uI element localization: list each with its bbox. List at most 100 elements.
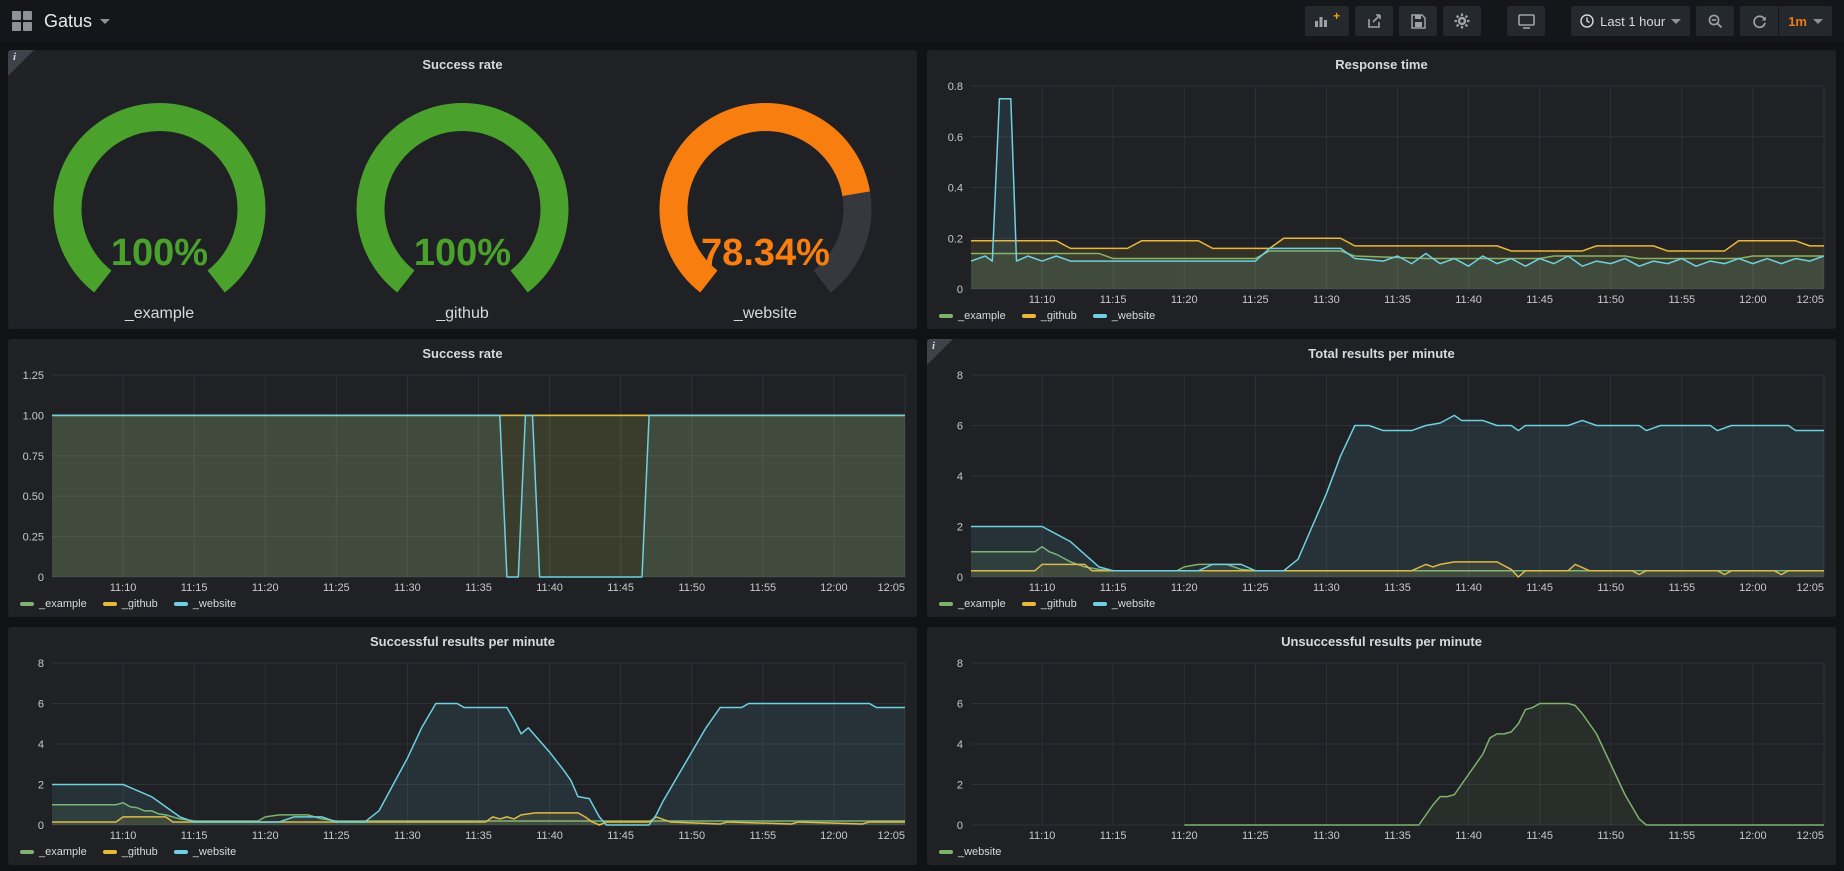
tv-mode-button[interactable] [1507, 6, 1545, 36]
panel-success-rate-timeseries: Success rate 00.250.500.751.001.2511:101… [8, 339, 917, 617]
svg-text:11:30: 11:30 [1313, 294, 1340, 306]
save-button[interactable] [1399, 6, 1437, 36]
success-rate-chart[interactable]: 00.250.500.751.001.2511:1011:1511:2011:2… [8, 365, 917, 595]
panel-title[interactable]: Response time [927, 50, 1836, 76]
gauge-label: _website [734, 305, 797, 323]
svg-text:11:10: 11:10 [1029, 582, 1056, 594]
svg-text:11:45: 11:45 [607, 582, 634, 594]
svg-text:0: 0 [957, 820, 963, 832]
response-time-chart[interactable]: 00.20.40.60.811:1011:1511:2011:2511:3011… [927, 76, 1836, 307]
panel-total-results: i Total results per minute 0246811:1011:… [927, 339, 1836, 617]
legend-item-_website[interactable]: _website [939, 846, 1001, 858]
gauge-_github: 100%_github [311, 89, 614, 323]
panel-title[interactable]: Total results per minute [927, 339, 1836, 365]
legend-marker [174, 850, 188, 854]
svg-text:12:05: 12:05 [1796, 294, 1824, 306]
legend-item-_github[interactable]: _github [103, 846, 158, 858]
svg-text:11:30: 11:30 [1313, 830, 1340, 842]
legend-marker [174, 602, 188, 606]
legend-marker [20, 850, 34, 854]
clock-icon [1580, 14, 1594, 28]
svg-text:4: 4 [38, 739, 44, 751]
settings-button[interactable] [1443, 6, 1481, 36]
total-results-chart[interactable]: 0246811:1011:1511:2011:2511:3011:3511:40… [927, 365, 1836, 595]
svg-text:0.25: 0.25 [23, 532, 44, 544]
legend-item-_website[interactable]: _website [1093, 598, 1155, 610]
svg-text:11:10: 11:10 [110, 582, 137, 594]
navbar: Gatus + [0, 0, 1844, 42]
svg-text:11:25: 11:25 [323, 582, 350, 594]
svg-text:12:00: 12:00 [1739, 294, 1767, 306]
zoom-out-icon [1708, 14, 1723, 29]
panel-info-corner[interactable]: i [8, 50, 34, 76]
zoom-out-button[interactable] [1696, 6, 1734, 36]
svg-text:12:00: 12:00 [820, 582, 848, 594]
svg-text:11:45: 11:45 [1526, 830, 1553, 842]
tv-mode-icon [1518, 14, 1535, 29]
legend-item-_example[interactable]: _example [939, 310, 1006, 322]
panel-title[interactable]: Unsuccessful results per minute [927, 627, 1836, 653]
legend-item-_website[interactable]: _website [174, 846, 236, 858]
svg-text:11:40: 11:40 [1455, 294, 1482, 306]
time-range-label: Last 1 hour [1600, 14, 1665, 29]
legend-item-_website[interactable]: _website [1093, 310, 1155, 322]
legend-item-_example[interactable]: _example [20, 846, 87, 858]
gauge-row: 100%_example100%_github78.34%_website [8, 76, 917, 329]
legend-label: _website [1112, 598, 1155, 610]
svg-text:11:35: 11:35 [1384, 294, 1411, 306]
info-icon: i [932, 340, 935, 352]
svg-text:0: 0 [957, 572, 963, 584]
svg-text:11:25: 11:25 [323, 830, 350, 842]
panel-title[interactable]: Success rate [8, 50, 917, 76]
legend-item-_github[interactable]: _github [1022, 310, 1077, 322]
legend-item-_example[interactable]: _example [939, 598, 1006, 610]
legend-marker [1093, 314, 1107, 318]
successful-results-chart[interactable]: 0246811:1011:1511:2011:2511:3011:3511:40… [8, 653, 917, 843]
panel-successful-results: Successful results per minute 0246811:10… [8, 627, 917, 865]
svg-text:0.2: 0.2 [948, 233, 963, 245]
dashboard-title-dropdown[interactable]: Gatus [44, 11, 110, 32]
legend-item-_github[interactable]: _github [103, 598, 158, 610]
panel-title[interactable]: Successful results per minute [8, 627, 917, 653]
dashboard-grid: i Success rate 100%_example100%_github78… [0, 42, 1844, 871]
time-range-picker[interactable]: Last 1 hour [1571, 6, 1690, 36]
legend-item-_website[interactable]: _website [174, 598, 236, 610]
svg-text:0: 0 [38, 572, 44, 584]
panel-title[interactable]: Success rate [8, 339, 917, 365]
svg-text:11:20: 11:20 [252, 582, 279, 594]
svg-text:11:55: 11:55 [1668, 830, 1695, 842]
svg-text:11:45: 11:45 [1526, 582, 1553, 594]
legend-marker [20, 602, 34, 606]
svg-text:11:20: 11:20 [1171, 830, 1198, 842]
refresh-button[interactable] [1740, 6, 1778, 36]
svg-text:11:55: 11:55 [1668, 582, 1695, 594]
dashboard-grid-icon[interactable] [12, 11, 32, 31]
share-button[interactable] [1355, 6, 1393, 36]
svg-text:11:30: 11:30 [394, 830, 421, 842]
svg-text:0.75: 0.75 [23, 451, 44, 463]
chart-legend: _example _github _website [927, 307, 1836, 329]
svg-text:12:00: 12:00 [1739, 830, 1767, 842]
panel-info-corner[interactable]: i [927, 339, 953, 365]
legend-item-_github[interactable]: _github [1022, 598, 1077, 610]
chart-legend: _website [927, 843, 1836, 865]
add-panel-icon [1314, 14, 1330, 28]
legend-item-_example[interactable]: _example [20, 598, 87, 610]
svg-text:4: 4 [957, 471, 963, 483]
svg-text:0.50: 0.50 [23, 491, 44, 503]
svg-text:11:10: 11:10 [110, 830, 137, 842]
caret-down-icon [1671, 19, 1681, 24]
gauge-value: 78.34% [701, 232, 830, 274]
svg-text:11:55: 11:55 [1668, 294, 1695, 306]
legend-marker [103, 602, 117, 606]
svg-text:8: 8 [957, 658, 963, 670]
unsuccessful-results-chart[interactable]: 0246811:1011:1511:2011:2511:3011:3511:40… [927, 653, 1836, 843]
svg-text:11:35: 11:35 [465, 582, 492, 594]
chart-legend: _example _github _website [8, 595, 917, 617]
refresh-interval-picker[interactable]: 1m [1779, 6, 1832, 36]
legend-label: _github [122, 598, 158, 610]
panel-success-rate-gauges: i Success rate 100%_example100%_github78… [8, 50, 917, 329]
legend-label: _website [193, 598, 236, 610]
svg-text:11:25: 11:25 [1242, 582, 1269, 594]
add-panel-button[interactable]: + [1305, 6, 1349, 36]
